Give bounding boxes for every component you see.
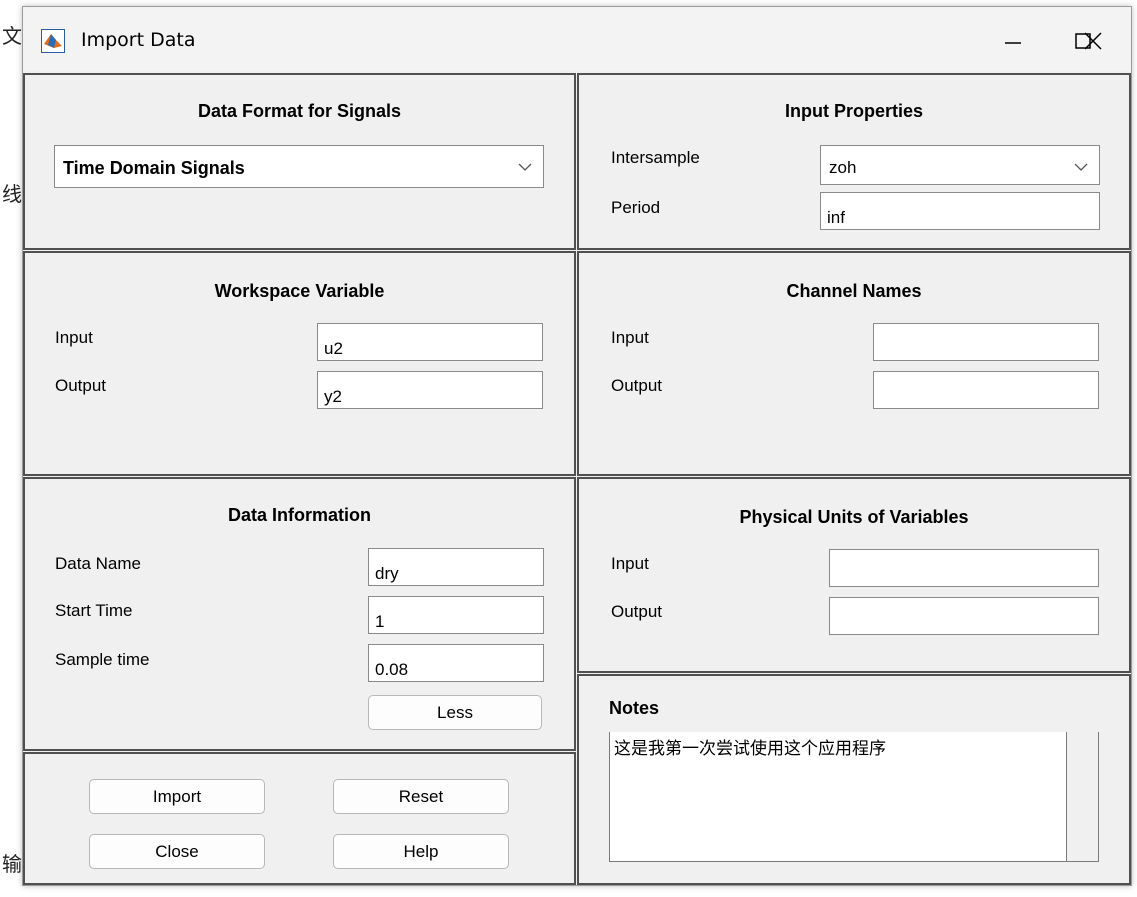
background-text-fragment: 线 <box>2 182 22 206</box>
channel-names-panel: Channel Names Input Output <box>577 251 1131 476</box>
less-button[interactable]: Less <box>368 695 542 730</box>
notes-text: 这是我第一次尝试使用这个应用程序 <box>614 739 886 759</box>
buttons-panel: Import Reset Close Help <box>23 752 576 885</box>
channel-input-field[interactable] <box>873 323 1099 361</box>
input-label: Input <box>611 554 649 573</box>
data-name-label: Data Name <box>55 554 141 573</box>
channel-output-field[interactable] <box>873 371 1099 409</box>
period-field[interactable] <box>820 192 1100 230</box>
data-format-dropdown[interactable]: Time Domain Signals <box>54 145 544 188</box>
sample-time-label: Sample time <box>55 650 150 669</box>
start-time-label: Start Time <box>55 601 133 620</box>
reset-button[interactable]: Reset <box>333 779 509 814</box>
panel-title: Data Format for Signals <box>197 101 402 121</box>
matlab-icon <box>41 29 65 53</box>
help-button[interactable]: Help <box>333 834 509 869</box>
input-label: Input <box>611 328 649 347</box>
minimize-icon <box>1005 42 1021 44</box>
panel-title: Workspace Variable <box>214 281 385 301</box>
notes-title: Notes <box>609 698 660 718</box>
background-text-fragment: 输 <box>2 852 22 876</box>
sample-time-field[interactable] <box>368 644 544 682</box>
panel-title: Input Properties <box>784 101 923 121</box>
chevron-down-icon <box>1074 163 1088 171</box>
workspace-output-field[interactable] <box>317 371 543 409</box>
close-icon <box>1084 32 1102 50</box>
output-label: Output <box>611 602 663 621</box>
dropdown-value: Time Domain Signals <box>63 158 245 178</box>
units-output-field[interactable] <box>829 597 1099 635</box>
period-label: Period <box>611 198 661 217</box>
intersample-dropdown[interactable]: zoh <box>820 145 1100 185</box>
panel-title: Physical Units of Variables <box>739 507 969 527</box>
input-label: Input <box>55 328 93 347</box>
close-button[interactable]: Close <box>89 834 265 869</box>
window-title: Import Data <box>81 29 196 51</box>
title-bar[interactable]: Import Data <box>23 7 1131 71</box>
start-time-field[interactable] <box>368 596 544 634</box>
output-label: Output <box>611 376 663 395</box>
notes-scrollbar[interactable] <box>1066 732 1098 861</box>
import-data-dialog: Import Data Data Format for Signals Time… <box>22 6 1132 886</box>
notes-textarea[interactable]: 这是我第一次尝试使用这个应用程序 <box>609 732 1099 862</box>
chevron-down-icon <box>518 163 532 171</box>
data-format-panel: Data Format for Signals Time Domain Sign… <box>23 73 576 250</box>
minimize-button[interactable] <box>983 19 1043 63</box>
panel-title: Channel Names <box>786 281 922 301</box>
dropdown-value: zoh <box>829 158 857 177</box>
panel-title: Data Information <box>227 505 371 525</box>
intersample-label: Intersample <box>611 148 700 167</box>
background-text-fragment: 文 <box>2 24 22 48</box>
data-information-panel: Data Information Data Name Start Time Sa… <box>23 477 576 751</box>
import-button[interactable]: Import <box>89 779 265 814</box>
notes-panel: Notes 这是我第一次尝试使用这个应用程序 <box>577 674 1131 885</box>
physical-units-panel: Physical Units of Variables Input Output <box>577 477 1131 673</box>
close-button-hit[interactable] <box>1063 19 1123 63</box>
output-label: Output <box>55 376 107 395</box>
units-input-field[interactable] <box>829 549 1099 587</box>
workspace-variable-panel: Workspace Variable Input Output <box>23 251 576 476</box>
workspace-input-field[interactable] <box>317 323 543 361</box>
input-properties-panel: Input Properties Intersample zoh Period <box>577 73 1131 250</box>
data-name-field[interactable] <box>368 548 544 586</box>
